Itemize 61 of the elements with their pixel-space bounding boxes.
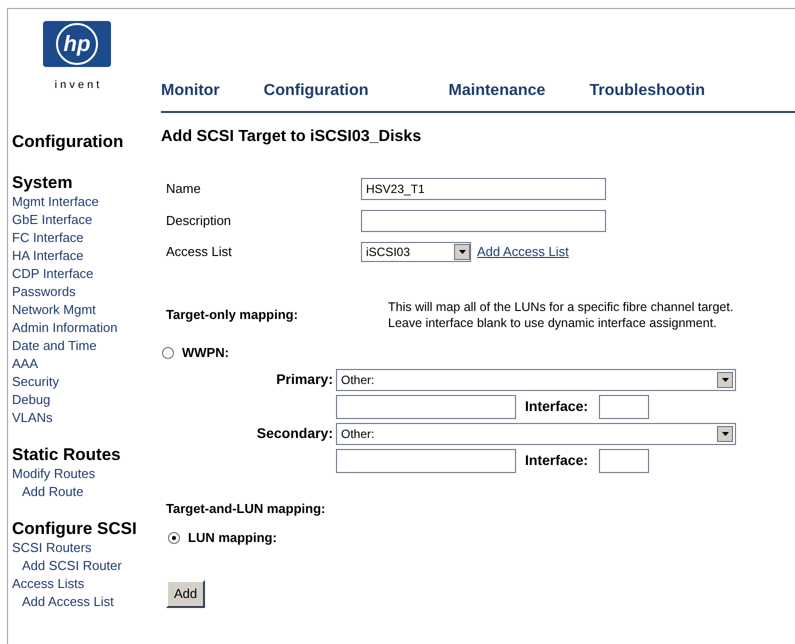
caret-icon (722, 432, 728, 436)
field-label: Name (166, 180, 202, 198)
field-label: Description (166, 212, 232, 230)
dropdown-button[interactable] (454, 244, 470, 260)
sidebar-link[interactable]: Admin Information (12, 318, 118, 336)
sidebar-link[interactable]: HA Interface (12, 246, 84, 264)
option-label: WWPN: (182, 344, 229, 362)
interface-label: Interface: (525, 451, 590, 470)
select-field[interactable]: Other: (336, 368, 736, 390)
select-field[interactable]: iSCSI03 (361, 242, 471, 262)
sidebar-title: Configuration (12, 131, 124, 153)
sidebar-link[interactable]: Mgmt Interface (12, 192, 99, 210)
dropdown-button[interactable] (717, 372, 733, 388)
sidebar-link[interactable]: VLANs (12, 408, 52, 426)
text-field[interactable]: HSV23_T1 (361, 178, 606, 200)
text-field[interactable] (336, 394, 516, 418)
sidebar-link[interactable]: Add Route (12, 482, 84, 500)
interface-field[interactable] (599, 394, 649, 418)
sidebar-link[interactable]: Date and Time (12, 336, 97, 354)
caret-icon (458, 250, 466, 254)
nav-link[interactable]: Monitor (161, 79, 220, 103)
nav-link[interactable]: Maintenance (448, 79, 546, 103)
nav-link[interactable]: Troubleshootin (589, 79, 705, 103)
logo-tagline: i n v e n t (54, 78, 100, 93)
select-field[interactable]: Other: (336, 422, 736, 444)
sidebar-link[interactable]: Passwords (12, 282, 76, 300)
sidebar-link[interactable]: CDP Interface (12, 264, 94, 282)
interface-label: Interface: (525, 397, 590, 416)
sidebar-link[interactable]: Network Mgmt (12, 300, 96, 318)
field-label: Access List (166, 243, 233, 262)
section-heading: Static Routes (12, 444, 122, 464)
sidebar-link[interactable]: Add SCSI Router (12, 556, 122, 574)
sidebar-link[interactable]: AAA (12, 354, 38, 372)
radio-button[interactable] (168, 532, 180, 544)
port-label: Secondary: (256, 424, 334, 443)
section-heading: Configure SCSI (12, 518, 138, 538)
text-field[interactable] (361, 210, 606, 232)
sidebar-link[interactable]: Debug (12, 390, 50, 408)
text-field[interactable] (336, 448, 516, 472)
caret-icon (722, 378, 728, 382)
option-label: LUN mapping: (188, 529, 277, 547)
add-button[interactable]: Add (166, 580, 206, 608)
sidebar-link[interactable]: GbE Interface (12, 210, 92, 228)
port-label: Primary: (275, 370, 334, 389)
section-heading: System (12, 172, 74, 192)
section-label: Target-only mapping: (166, 306, 299, 324)
nav-link[interactable]: Configuration (264, 79, 369, 103)
add-access-list-link[interactable]: Add Access List (477, 242, 569, 262)
interface-field[interactable] (599, 448, 649, 472)
page-title: Add SCSI Target to iSCSI03_Disks (161, 127, 422, 147)
sidebar-link[interactable]: Add Access List (12, 592, 114, 610)
radio-button[interactable] (162, 346, 174, 359)
dropdown-button[interactable] (717, 426, 733, 442)
sidebar-link[interactable]: FC Interface (12, 228, 84, 246)
section-label: Target-and-LUN mapping: (166, 500, 326, 518)
logo-mark: hp (64, 33, 90, 55)
help-text: This will map all of the LUNs for a specific fibre channel target. Leave interface blank to use dynamic interface assignment. (388, 299, 734, 331)
sidebar-link[interactable]: Security (12, 372, 59, 390)
sidebar-link[interactable]: Access Lists (12, 574, 84, 592)
sidebar-link[interactable]: Modify Routes (12, 464, 96, 482)
sidebar-link[interactable]: SCSI Routers (12, 538, 92, 556)
